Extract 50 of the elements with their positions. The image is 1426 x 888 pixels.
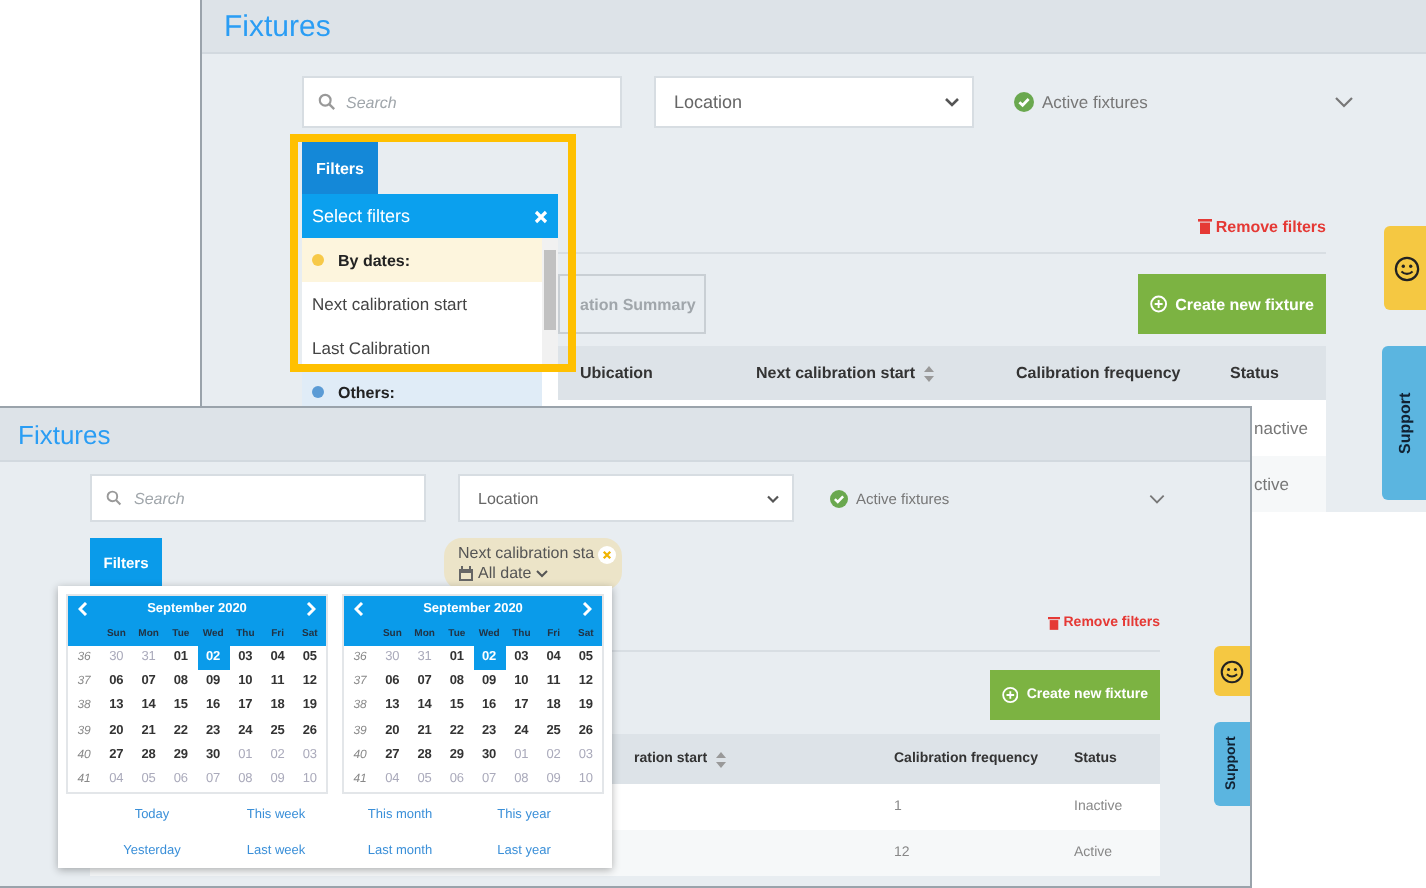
location-select[interactable]: Location	[458, 474, 794, 522]
scrollbar[interactable]	[542, 238, 558, 370]
chevron-down-icon[interactable]	[1148, 493, 1166, 503]
trash-icon	[1197, 218, 1212, 234]
smiley-icon	[1220, 659, 1244, 683]
column-header: Ubication	[578, 364, 655, 382]
chevron-down-icon	[944, 96, 960, 108]
search-field[interactable]: Search	[302, 76, 622, 128]
search-field[interactable]: Search	[90, 474, 426, 522]
feedback-tab[interactable]	[1384, 226, 1426, 310]
search-icon	[106, 490, 122, 506]
support-tab[interactable]: Support	[1382, 346, 1426, 500]
column-header: Calibration frequency	[1014, 364, 1183, 382]
check-circle-icon	[1014, 92, 1034, 112]
close-icon[interactable]	[534, 209, 548, 223]
chevron-right-icon[interactable]	[582, 601, 592, 615]
sort-icon	[923, 365, 934, 381]
chevron-down-icon	[766, 493, 780, 503]
table-cell-text: nactive	[1254, 418, 1310, 438]
chip-value: All date	[478, 564, 532, 584]
smiley-icon	[1393, 255, 1419, 281]
chevron-down-icon[interactable]	[1334, 96, 1354, 108]
table-cell-text: ctive	[1254, 474, 1291, 494]
page-title: Fixtures	[18, 419, 111, 449]
close-icon[interactable]	[598, 546, 617, 564]
menu-title: Select filters	[312, 206, 411, 226]
trash-icon	[1047, 616, 1060, 630]
sort-icon	[715, 751, 726, 767]
plus-circle-icon	[1002, 686, 1019, 704]
filter-group-header: By dates:	[302, 238, 542, 282]
filters-tab[interactable]: Filters	[302, 142, 378, 196]
calendar-icon	[458, 566, 474, 582]
column-header[interactable]: Next calibration start	[734, 364, 994, 382]
chevron-left-icon[interactable]	[354, 601, 364, 615]
check-circle-icon	[830, 489, 848, 507]
chevron-right-icon[interactable]	[306, 601, 316, 615]
search-icon	[318, 93, 336, 111]
page-title: Fixtures	[224, 9, 331, 43]
chip-label: Next calibration sta	[458, 544, 595, 564]
caret-icon	[535, 570, 548, 578]
filter-option[interactable]: Last Calibration	[302, 326, 542, 370]
feedback-tab[interactable]	[1214, 646, 1250, 696]
plus-circle-icon	[1150, 294, 1168, 314]
date-filter-chip[interactable]: Next calibration sta All date	[444, 538, 623, 590]
status-filter-label: Active fixtures	[1042, 92, 1150, 112]
remove-filters-link[interactable]: Remove filters	[1197, 212, 1326, 240]
filter-option[interactable]: Next calibration start	[302, 282, 542, 326]
chevron-left-icon[interactable]	[78, 601, 88, 615]
location-select[interactable]: Location	[654, 76, 974, 128]
column-header: Status	[1228, 364, 1281, 382]
